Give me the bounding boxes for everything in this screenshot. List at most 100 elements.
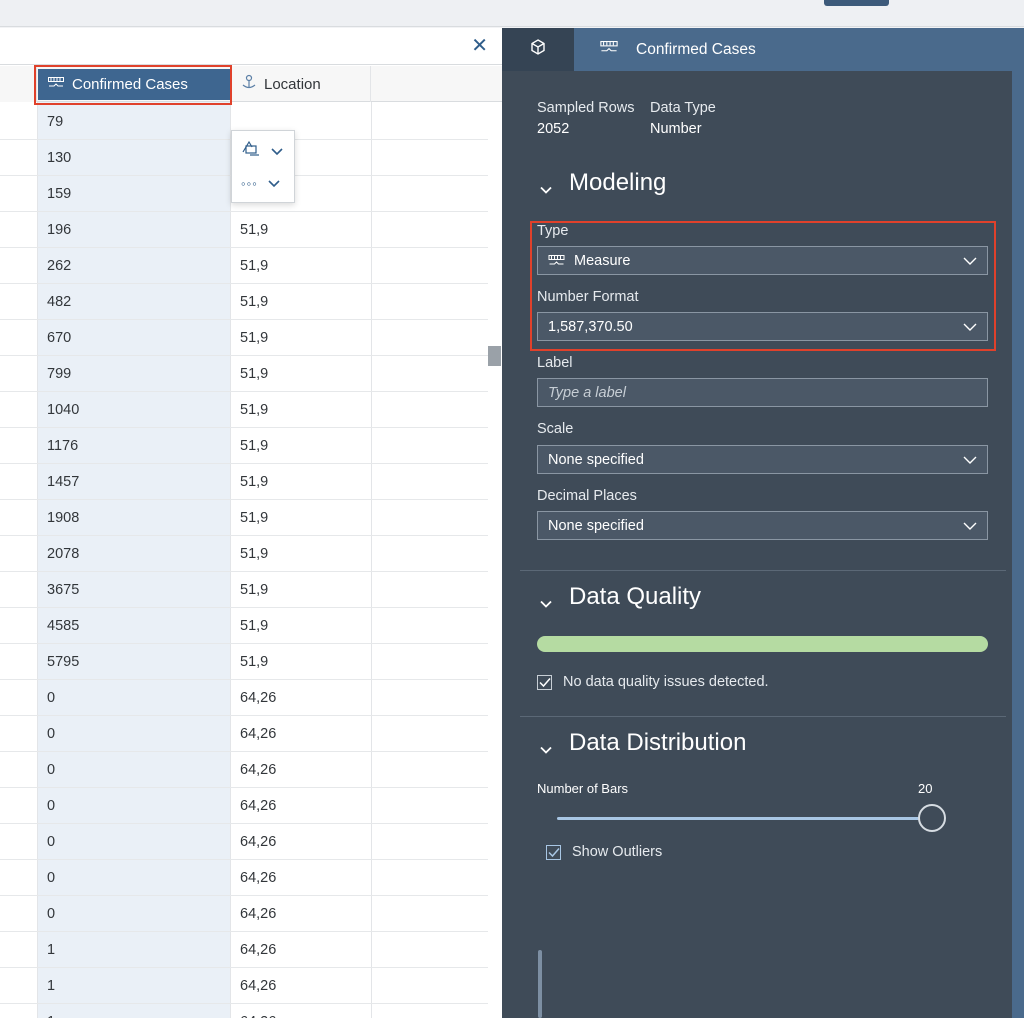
location-cell: 51,9	[240, 258, 269, 274]
column-action-popover: ◦◦◦	[231, 130, 295, 203]
confirmed-cases-cell: 799	[47, 366, 72, 382]
data-quality-title: Data Quality	[569, 583, 702, 610]
chevron-down-icon	[268, 175, 280, 191]
location-cell: 51,9	[240, 438, 269, 454]
chevron-down-icon	[539, 590, 553, 608]
quality-bar	[537, 636, 988, 652]
confirmed-cases-cell: 5795	[47, 654, 80, 670]
data-distribution-title: Data Distribution	[569, 729, 747, 756]
confirmed-cases-cell: 4585	[47, 618, 80, 634]
sampled-rows-label: Sampled Rows	[537, 100, 635, 116]
scale-select-value: None specified	[548, 451, 644, 468]
data-quality-section-toggle[interactable]: Data Quality	[539, 583, 701, 611]
column-header-label: Location	[264, 75, 321, 93]
location-cell: 51,9	[240, 222, 269, 238]
label-input-placeholder: Type a label	[548, 384, 626, 401]
location-cell: 51,9	[240, 510, 269, 526]
data-type-label: Data Type	[650, 100, 716, 116]
chevron-down-icon	[539, 736, 553, 754]
confirmed-cases-cell: 0	[47, 726, 56, 742]
confirmed-cases-cell: 1457	[47, 474, 80, 490]
confirmed-cases-cell: 1040	[47, 402, 80, 418]
location-cell: 51,9	[240, 546, 269, 562]
scale-select[interactable]: None specified	[537, 445, 988, 474]
table-row[interactable]: 1457 51,9	[0, 464, 488, 500]
table-row[interactable]: 3675 51,9	[0, 572, 488, 608]
location-cell: 64,26	[240, 762, 277, 778]
location-icon	[241, 74, 257, 94]
location-cell: 64,26	[240, 942, 277, 958]
table-row[interactable]: 1908 51,9	[0, 500, 488, 536]
number-of-bars-value: 20	[918, 781, 933, 796]
confirmed-cases-cell: 196	[47, 222, 72, 238]
checkbox-checked	[537, 674, 552, 690]
measure-icon	[600, 40, 618, 59]
section-divider	[520, 716, 1006, 717]
location-cell: 64,26	[240, 726, 277, 742]
transform-icon	[241, 140, 261, 161]
data-type-value: Number	[650, 121, 702, 137]
table-row[interactable]: 164,26	[0, 932, 488, 968]
label-input[interactable]: Type a label	[537, 378, 988, 407]
chevron-down-icon	[963, 453, 977, 469]
table-row[interactable]: 4585 51,9	[0, 608, 488, 644]
confirmed-cases-cell: 0	[47, 762, 56, 778]
table-row[interactable]: 799 51,9	[0, 356, 488, 392]
row-header-cell	[0, 66, 37, 102]
grid-toolbar: ✕	[0, 28, 502, 65]
location-cell: 51,9	[240, 294, 269, 310]
show-outliers-checkbox[interactable]: Show Outliers	[546, 844, 662, 860]
details-header: Confirmed Cases	[502, 28, 1024, 71]
location-cell: 64,26	[240, 690, 277, 706]
decimal-places-select[interactable]: None specified	[537, 511, 988, 540]
modeling-title: Modeling	[569, 169, 667, 196]
table-row[interactable]: 164,26	[0, 1004, 488, 1018]
more-actions-button[interactable]: ◦◦◦	[241, 175, 280, 191]
table-row[interactable]: 2078 51,9	[0, 536, 488, 572]
table-row[interactable]: 0 64,26	[0, 716, 488, 752]
table-row[interactable]: 0 64,26	[0, 896, 488, 932]
table-row[interactable]: 164,26	[0, 968, 488, 1004]
confirmed-cases-cell: 0	[47, 798, 56, 814]
table-row[interactable]: 0 64,26	[0, 680, 488, 716]
more-icon: ◦◦◦	[241, 175, 258, 191]
location-cell: 64,26	[240, 834, 277, 850]
table-row[interactable]: 5795 51,9	[0, 644, 488, 680]
confirmed-cases-cell: 0	[47, 870, 56, 886]
close-icon[interactable]: ✕	[471, 34, 488, 58]
top-bar-button[interactable]	[824, 0, 889, 6]
confirmed-cases-cell: 482	[47, 294, 72, 310]
confirmed-cases-cell: 0	[47, 690, 56, 706]
location-cell: 64,26	[240, 1014, 276, 1018]
data-grid-panel: ✕ Confirmed Cases Location 7913015951,91…	[0, 28, 502, 1018]
number-of-bars-slider-handle[interactable]	[918, 804, 946, 832]
location-cell: 51,9	[240, 330, 269, 346]
location-cell: 51,9	[240, 474, 269, 490]
table-row[interactable]: 0 64,26	[0, 860, 488, 896]
table-row[interactable]: 1176 51,9	[0, 428, 488, 464]
confirmed-cases-cell: 130	[47, 150, 72, 166]
number-of-bars-slider-track[interactable]	[557, 817, 932, 820]
scrollbar-thumb[interactable]	[488, 346, 501, 366]
quality-status-text: No data quality issues detected.	[563, 674, 769, 690]
label-field-label: Label	[537, 355, 573, 371]
confirmed-cases-cell: 1	[47, 978, 56, 994]
table-row[interactable]: 262 51,9	[0, 248, 488, 284]
histogram-axis	[538, 950, 542, 1018]
data-distribution-section-toggle[interactable]: Data Distribution	[539, 729, 746, 757]
table-row[interactable]: 1040 51,9	[0, 392, 488, 428]
table-row[interactable]: 0 64,26	[0, 824, 488, 860]
confirmed-cases-cell: 159	[47, 186, 72, 202]
show-outliers-label: Show Outliers	[572, 844, 663, 860]
chevron-down-icon	[963, 519, 977, 535]
table-row[interactable]: 482 51,9	[0, 284, 488, 320]
table-row[interactable]: 0 64,26	[0, 788, 488, 824]
details-tab[interactable]	[502, 28, 574, 71]
table-row[interactable]: 0 64,26	[0, 752, 488, 788]
transform-menu-button[interactable]	[241, 140, 283, 161]
table-row[interactable]: 196 51,9	[0, 212, 488, 248]
column-header-location[interactable]: Location	[231, 66, 371, 102]
modeling-section-toggle[interactable]: Modeling	[539, 169, 666, 197]
table-row[interactable]: 670 51,9	[0, 320, 488, 356]
top-bar	[0, 0, 1024, 27]
